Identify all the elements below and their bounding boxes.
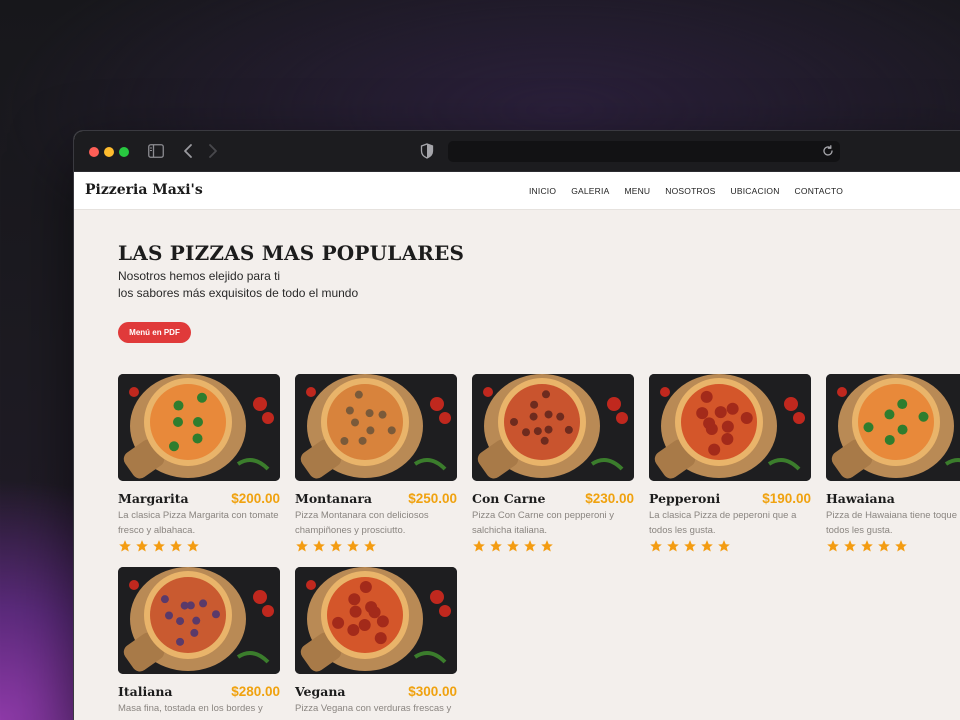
- product-price: $280.00: [231, 684, 280, 699]
- minimize-window-button[interactable]: [104, 147, 114, 157]
- star-icon: [153, 540, 165, 552]
- star-icon: [136, 540, 148, 552]
- star-icon: [119, 540, 131, 552]
- menu-pdf-button[interactable]: Menú en PDF: [118, 322, 191, 343]
- product-price: $230.00: [585, 491, 634, 506]
- product-name: Vegana: [295, 684, 346, 699]
- star-icon: [861, 540, 873, 552]
- pizza-image[interactable]: [649, 374, 811, 481]
- star-icon: [878, 540, 890, 552]
- subtitle-line-2: los sabores más exquisitos de todo el mu…: [118, 286, 359, 300]
- back-arrow-icon[interactable]: [182, 142, 194, 160]
- star-icon: [170, 540, 182, 552]
- nav-contacto[interactable]: CONTACTO: [795, 186, 844, 196]
- main-nav: INICIO GALERIA MENU NOSOTROS UBICACION C…: [529, 186, 858, 196]
- product-card[interactable]: Montanara $250.00 Pizza Montanara con de…: [295, 374, 457, 553]
- pizza-image[interactable]: [295, 374, 457, 481]
- privacy-shield-icon[interactable]: [420, 143, 434, 159]
- star-icon: [490, 540, 502, 552]
- product-card[interactable]: Hawaiana $20 Pizza de Hawaiana tiene toq…: [826, 374, 960, 553]
- close-window-button[interactable]: [89, 147, 99, 157]
- product-description: La clasica Pizza Margarita con tomate fr…: [118, 510, 279, 536]
- product-price: $300.00: [408, 684, 457, 699]
- page-title: LAS PIZZAS MAS POPULARES: [118, 241, 465, 265]
- product-description: Masa fina, tostada en los bordes y: [118, 703, 263, 714]
- reload-icon[interactable]: [822, 145, 834, 157]
- product-card[interactable]: Italiana $280.00 Masa fina, tostada en l…: [118, 567, 280, 720]
- product-description: Pizza Vegana con verduras frescas y: [295, 703, 452, 714]
- product-card[interactable]: Con Carne $230.00 Pizza Con Carne con pe…: [472, 374, 634, 553]
- star-icon: [844, 540, 856, 552]
- browser-toolbar: [74, 131, 960, 172]
- star-icon: [667, 540, 679, 552]
- product-name: Hawaiana: [826, 491, 895, 506]
- star-icon: [313, 540, 325, 552]
- star-icon: [718, 540, 730, 552]
- star-icon: [684, 540, 696, 552]
- star-icon: [524, 540, 536, 552]
- star-icon: [827, 540, 839, 552]
- rating-stars: [472, 539, 634, 553]
- pizza-image[interactable]: [295, 567, 457, 674]
- product-name: Con Carne: [472, 491, 546, 506]
- site-logo[interactable]: Pizzeria Maxi's: [85, 182, 203, 198]
- pizza-image[interactable]: [826, 374, 960, 481]
- rating-stars: [649, 539, 811, 553]
- product-name: Margarita: [118, 491, 189, 506]
- nav-inicio[interactable]: INICIO: [529, 186, 556, 196]
- star-icon: [364, 540, 376, 552]
- sidebar-toggle-icon[interactable]: [148, 144, 164, 158]
- star-icon: [187, 540, 199, 552]
- nav-nosotros[interactable]: NOSOTROS: [665, 186, 715, 196]
- product-card[interactable]: Vegana $300.00 Pizza Vegana con verduras…: [295, 567, 457, 720]
- product-description: Pizza Montanara con deliciosos champiñon…: [295, 510, 429, 536]
- star-icon: [701, 540, 713, 552]
- product-description: Pizza de Hawaiana tiene toque que a todo…: [826, 510, 960, 536]
- star-icon: [296, 540, 308, 552]
- star-icon: [507, 540, 519, 552]
- page-subtitle: Nosotros hemos elejido para ti los sabor…: [118, 268, 518, 302]
- product-price: $250.00: [408, 491, 457, 506]
- product-description: Pizza Con Carne con pepperoni y salchich…: [472, 510, 615, 536]
- product-card[interactable]: Pepperoni $190.00 La clasica Pizza de pe…: [649, 374, 811, 553]
- star-icon: [473, 540, 485, 552]
- pizza-image[interactable]: [118, 374, 280, 481]
- rating-stars: [826, 539, 960, 553]
- product-name: Montanara: [295, 491, 373, 506]
- product-card[interactable]: Margarita $200.00 La clasica Pizza Marga…: [118, 374, 280, 553]
- rating-stars: [295, 539, 457, 553]
- address-bar[interactable]: [448, 141, 840, 162]
- star-icon: [650, 540, 662, 552]
- star-icon: [895, 540, 907, 552]
- star-icon: [541, 540, 553, 552]
- product-name: Pepperoni: [649, 491, 721, 506]
- nav-menu[interactable]: MENU: [624, 186, 650, 196]
- product-price: $190.00: [762, 491, 811, 506]
- forward-arrow-icon[interactable]: [207, 142, 219, 160]
- pizza-image[interactable]: [118, 567, 280, 674]
- browser-window: Pizzeria Maxi's INICIO GALERIA MENU NOSO…: [73, 130, 960, 720]
- nav-galeria[interactable]: GALERIA: [571, 186, 609, 196]
- product-name: Italiana: [118, 684, 173, 699]
- star-icon: [330, 540, 342, 552]
- star-icon: [347, 540, 359, 552]
- rating-stars: [118, 539, 280, 553]
- pizza-image[interactable]: [472, 374, 634, 481]
- product-description: La clasica Pizza de peperoni que a todos…: [649, 510, 797, 536]
- maximize-window-button[interactable]: [119, 147, 129, 157]
- product-price: $200.00: [231, 491, 280, 506]
- nav-ubicacion[interactable]: UBICACION: [731, 186, 780, 196]
- subtitle-line-1: Nosotros hemos elejido para ti: [118, 269, 281, 283]
- site-header: Pizzeria Maxi's INICIO GALERIA MENU NOSO…: [74, 172, 960, 210]
